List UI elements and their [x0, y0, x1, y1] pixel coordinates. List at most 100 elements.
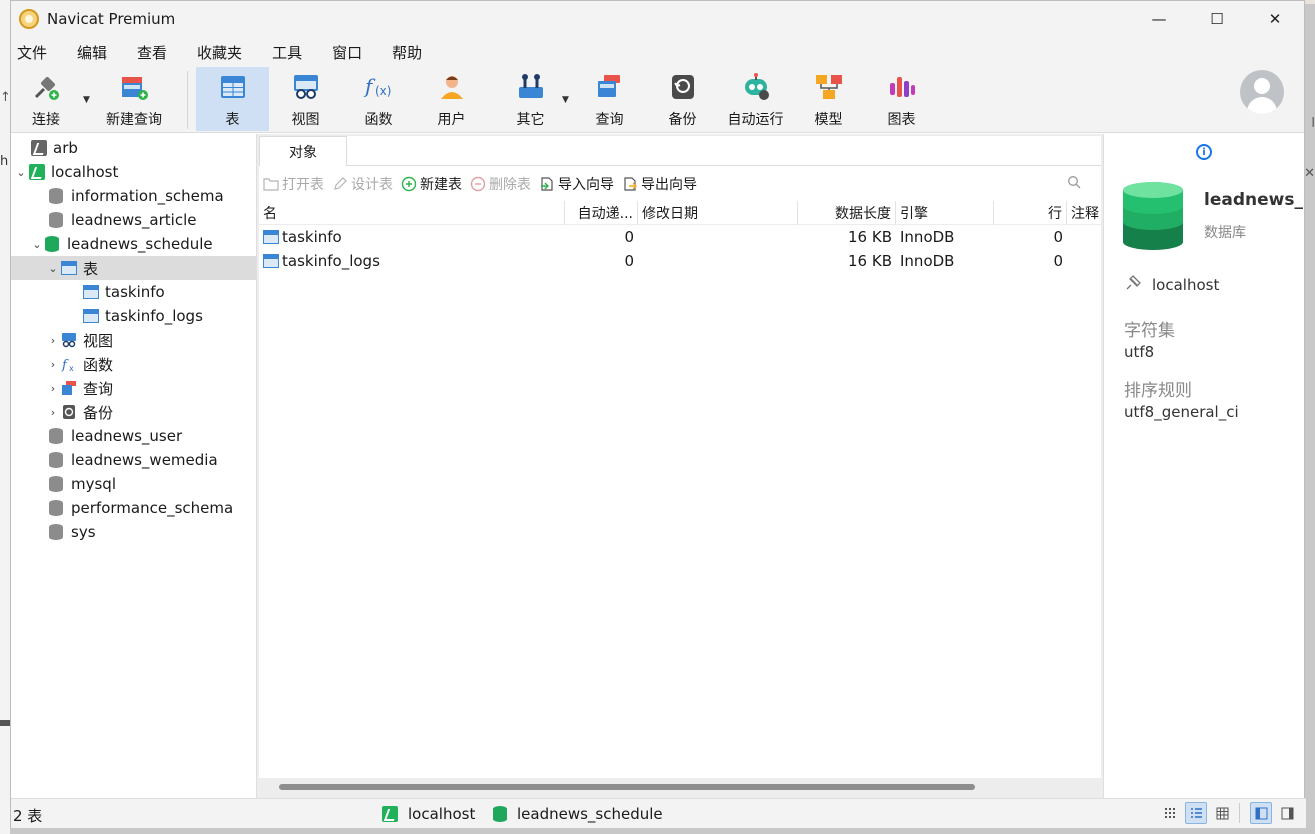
table-folder-icon [61, 261, 77, 275]
menu-help[interactable]: 帮助 [392, 42, 436, 63]
column-header-comment[interactable]: 注释 [1067, 201, 1101, 225]
open-table-button[interactable]: 打开表 [263, 174, 324, 194]
table-row[interactable]: taskinfo 0 16 KB InnoDB 0 [259, 225, 1101, 249]
tree-item-sys[interactable]: sys [11, 520, 256, 544]
main-toolbar: 连接 ▼ 新建查询 表 视图 f (x) 函数 用户 其它 ▼ 查询 备份 自动… [11, 67, 1304, 133]
expand-chevron-icon[interactable]: › [45, 358, 61, 371]
menu-edit[interactable]: 编辑 [77, 42, 121, 63]
row-name-cell: taskinfo [259, 225, 565, 249]
tree-item-label: 备份 [83, 403, 114, 422]
tree-item-taskinfo[interactable]: taskinfo [11, 280, 256, 304]
minimize-button[interactable]: — [1130, 1, 1188, 37]
tree-item-functions-folder[interactable]: › fx 函数 [11, 352, 256, 376]
column-header-engine[interactable]: 引擎 [896, 201, 994, 225]
column-header-modified-date[interactable]: 修改日期 [638, 201, 798, 225]
toolbar-backup-label: 备份 [668, 112, 697, 128]
new-table-button[interactable]: 新建表 [401, 174, 462, 194]
toolbar-backup-button[interactable]: 备份 [646, 67, 719, 131]
toolbar-view-button[interactable]: 视图 [269, 67, 342, 131]
toolbar-automation-button[interactable]: 自动运行 [719, 67, 792, 131]
menu-window[interactable]: 窗口 [332, 42, 376, 63]
menu-file[interactable]: 文件 [17, 42, 61, 63]
tab-strip: 对象 [259, 136, 1101, 166]
toolbar-user-button[interactable]: 用户 [415, 67, 488, 131]
database-open-icon [45, 236, 59, 252]
table-row[interactable]: taskinfo_logs 0 16 KB InnoDB 0 [259, 249, 1101, 273]
expand-chevron-icon[interactable]: › [45, 406, 61, 419]
row-modified-date [638, 249, 798, 273]
tree-item-arb[interactable]: arb [11, 136, 256, 160]
menu-view[interactable]: 查看 [137, 42, 181, 63]
toolbar-new-query-button[interactable]: 新建查询 [89, 67, 179, 131]
tree-item-label: mysql [71, 475, 116, 493]
export-wizard-label: 导出向导 [641, 176, 697, 193]
export-wizard-button[interactable]: 导出向导 [622, 174, 697, 194]
info-icon[interactable]: i [1196, 144, 1212, 160]
tree-item-leadnews-user[interactable]: leadnews_user [11, 424, 256, 448]
grid-view-icon[interactable] [1211, 802, 1233, 824]
tree-item-label: leadnews_article [71, 211, 197, 229]
menu-favorites[interactable]: 收藏夹 [197, 42, 256, 63]
tree-item-mysql[interactable]: mysql [11, 472, 256, 496]
table-icon [263, 254, 279, 268]
toolbar-function-button[interactable]: f (x) 函数 [342, 67, 415, 131]
expand-chevron-icon[interactable]: › [45, 334, 61, 347]
row-engine: InnoDB [900, 228, 955, 246]
tree-item-leadnews-schedule[interactable]: ⌄ leadnews_schedule [11, 232, 256, 256]
database-icon [49, 524, 63, 540]
automation-icon [740, 71, 772, 103]
user-avatar[interactable] [1240, 70, 1284, 114]
navigation-tree: arb ⌄ localhost information_schema leadn… [11, 134, 257, 798]
list-small-view-icon[interactable] [1159, 802, 1181, 824]
column-header-name[interactable]: 名 [259, 201, 565, 225]
close-button[interactable]: ✕ [1246, 1, 1304, 37]
column-header-auto-increment[interactable]: 自动递... [565, 201, 638, 225]
tree-item-backups-folder[interactable]: › 备份 [11, 400, 256, 424]
toolbar-query-button[interactable]: 查询 [573, 67, 646, 131]
status-bar: 2 表 localhost leadnews_schedule [11, 798, 1306, 828]
info-charset-label: 字符集 [1124, 321, 1175, 341]
collapse-chevron-icon[interactable]: ⌄ [45, 262, 61, 275]
tree-item-queries-folder[interactable]: › 查询 [11, 376, 256, 400]
import-wizard-button[interactable]: 导入向导 [539, 174, 614, 194]
tree-item-label: arb [53, 139, 78, 157]
column-header-data-length[interactable]: 数据长度 [798, 201, 896, 225]
tree-item-views-folder[interactable]: › 视图 [11, 328, 256, 352]
fringe-bar [0, 720, 10, 726]
design-table-button[interactable]: 设计表 [332, 174, 393, 194]
toolbar-chart-button[interactable]: 图表 [865, 67, 938, 131]
tree-item-leadnews-article[interactable]: leadnews_article [11, 208, 256, 232]
collapse-chevron-icon[interactable]: ⌄ [29, 238, 45, 251]
column-header-rows[interactable]: 行 [994, 201, 1067, 225]
row-data-length: 16 KB [848, 228, 892, 246]
horizontal-scrollbar[interactable] [279, 784, 975, 790]
toolbar-other-button[interactable]: 其它 ▼ [494, 67, 569, 131]
row-modified-date [638, 225, 798, 249]
list-detail-view-icon[interactable] [1185, 802, 1207, 824]
tree-item-information-schema[interactable]: information_schema [11, 184, 256, 208]
tab-objects[interactable]: 对象 [259, 136, 347, 166]
toggle-info-panel-icon[interactable] [1276, 802, 1298, 824]
menu-tools[interactable]: 工具 [272, 42, 316, 63]
toolbar-connect-button[interactable]: 连接 ▼ [11, 67, 90, 131]
tree-item-taskinfo-logs[interactable]: taskinfo_logs [11, 304, 256, 328]
other-dropdown-icon[interactable]: ▼ [562, 95, 569, 105]
table-icon [263, 230, 279, 244]
tree-item-label: taskinfo_logs [105, 307, 203, 325]
maximize-button[interactable]: ☐ [1188, 1, 1246, 37]
toolbar-table-button[interactable]: 表 [196, 67, 269, 131]
tree-item-localhost[interactable]: ⌄ localhost [11, 160, 256, 184]
collapse-chevron-icon[interactable]: ⌄ [13, 166, 29, 179]
plus-circle-icon [401, 176, 417, 192]
design-table-label: 设计表 [351, 176, 393, 193]
row-name: taskinfo [282, 228, 342, 246]
delete-table-button[interactable]: 删除表 [470, 174, 531, 194]
tree-item-tables-folder[interactable]: ⌄ 表 [11, 256, 256, 280]
expand-chevron-icon[interactable]: › [45, 382, 61, 395]
tree-item-leadnews-wemedia[interactable]: leadnews_wemedia [11, 448, 256, 472]
folder-open-icon [263, 176, 279, 192]
toggle-sidebar-icon[interactable] [1250, 802, 1272, 824]
search-icon[interactable] [1067, 175, 1081, 189]
tree-item-performance-schema[interactable]: performance_schema [11, 496, 256, 520]
toolbar-model-button[interactable]: 模型 [792, 67, 865, 131]
